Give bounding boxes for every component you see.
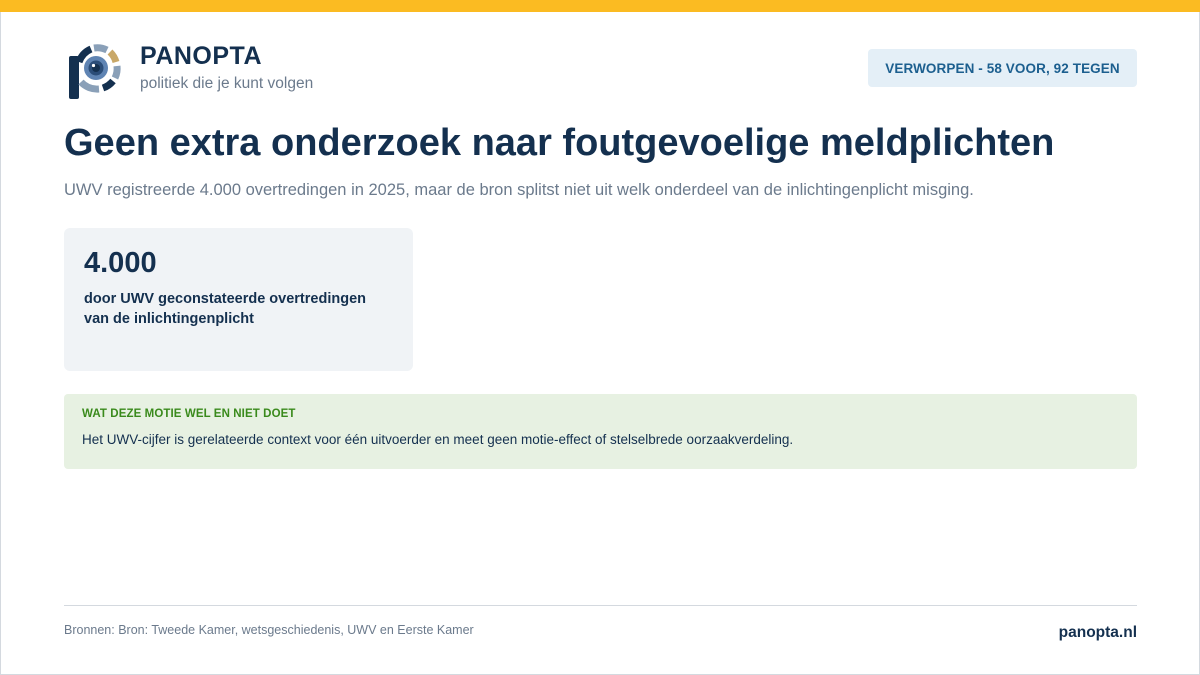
brand-name: PANOPTA xyxy=(140,42,263,70)
motion-scope-note: WAT DEZE MOTIE WEL EN NIET DOET Het UWV-… xyxy=(64,394,1137,469)
panopta-eye-logo-icon xyxy=(69,44,121,99)
site-link[interactable]: panopta.nl xyxy=(1059,624,1137,642)
brand-tagline: politiek die je kunt volgen xyxy=(140,75,314,92)
note-heading: WAT DEZE MOTIE WEL EN NIET DOET xyxy=(82,408,296,420)
page-subtitle: UWV registreerde 4.000 overtredingen in … xyxy=(64,181,974,199)
sources-text: Bronnen: Bron: Tweede Kamer, wetsgeschie… xyxy=(64,623,474,637)
stat-label: door UWV geconstateerde overtredingen va… xyxy=(84,291,366,327)
footer-divider xyxy=(64,605,1137,606)
stat-card: 4.000 door UWV geconstateerde overtredin… xyxy=(64,228,413,371)
note-text: Het UWV-cijfer is gerelateerde context v… xyxy=(82,432,794,447)
verdict-badge: VERWORPEN - 58 VOOR, 92 TEGEN xyxy=(868,49,1137,87)
accent-bar xyxy=(0,0,1200,12)
page-title: Geen extra onderzoek naar foutgevoelige … xyxy=(64,122,1055,164)
stat-value: 4.000 xyxy=(84,247,157,279)
